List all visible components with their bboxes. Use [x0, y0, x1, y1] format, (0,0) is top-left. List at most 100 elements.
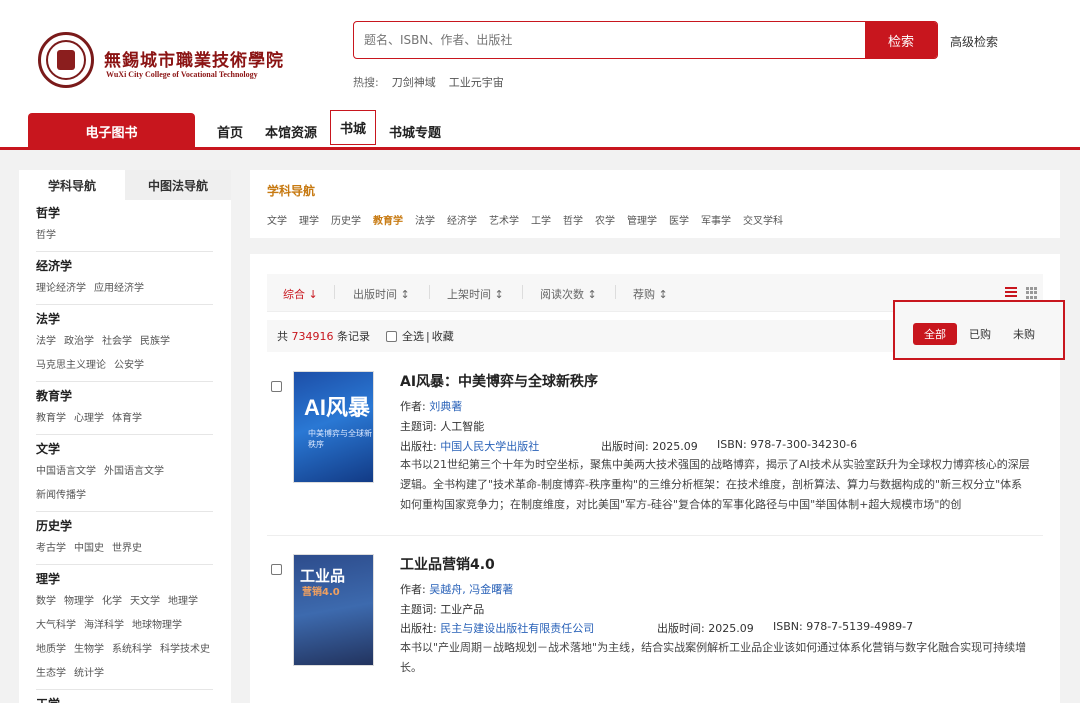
subcategory-link[interactable]: 统计学 — [74, 662, 104, 686]
tab-subject-nav[interactable]: 学科导航 — [19, 170, 125, 200]
subcategory-link[interactable]: 系统科学 — [112, 638, 152, 662]
author-link[interactable]: 吴越舟, 冯金曙著 — [429, 583, 513, 596]
sort-icon: ↕ — [400, 288, 410, 301]
search-button[interactable]: 检索 — [865, 22, 937, 58]
subject-link[interactable]: 文学 — [267, 212, 287, 227]
list-view-icon[interactable] — [1005, 287, 1017, 298]
subject-list: 文学 理学 历史学 教育学 法学 经济学 艺术学 工学 哲学 农学 管理学 医学… — [267, 212, 783, 227]
subject-link[interactable]: 哲学 — [563, 212, 583, 227]
subcategory-link[interactable]: 中国史 — [74, 537, 104, 561]
subcategory-link[interactable]: 世界史 — [112, 537, 142, 561]
subcategory-link[interactable]: 生物学 — [74, 638, 104, 662]
subcategory-link[interactable]: 地球物理学 — [132, 614, 182, 638]
sidebar-category: 法学 法学 政治学 社会学 民族学 马克思主义理论 公安学 — [19, 306, 231, 382]
hot-keyword[interactable]: 刀剑神域 — [392, 74, 436, 90]
subcategory-link[interactable]: 数学 — [36, 590, 56, 614]
subcategory-link[interactable]: 物理学 — [64, 590, 94, 614]
school-logo-icon[interactable] — [38, 32, 94, 88]
sort-comprehensive[interactable]: 综合 ↓ — [283, 286, 318, 302]
nav-tab-ebooks[interactable]: 电子图书 — [28, 113, 195, 150]
subcategory-link[interactable]: 法学 — [36, 330, 56, 354]
sort-recommend[interactable]: 荐购 ↕ — [633, 286, 668, 302]
hot-keyword[interactable]: 工业元宇宙 — [449, 74, 504, 90]
subcategory-link[interactable]: 理论经济学 — [36, 277, 86, 301]
author-link[interactable]: 刘典著 — [429, 400, 462, 413]
subcategory-link[interactable]: 哲学 — [36, 224, 56, 248]
book-cover[interactable]: AI风暴 中美博弈与全球新秩序 — [293, 371, 374, 483]
category-title[interactable]: 文学 — [36, 436, 231, 460]
select-all-label[interactable]: 全选 — [402, 328, 424, 344]
subject-link[interactable]: 军事学 — [701, 212, 731, 227]
category-title[interactable]: 理学 — [36, 566, 231, 590]
book-checkbox[interactable] — [271, 564, 282, 575]
subject-link[interactable]: 医学 — [669, 212, 689, 227]
subcategory-link[interactable]: 社会学 — [102, 330, 132, 354]
subcategory-link[interactable]: 海洋科学 — [84, 614, 124, 638]
subcategory-link[interactable]: 中国语言文学 — [36, 460, 96, 484]
subcategory-link[interactable]: 科学技术史 — [160, 638, 210, 662]
subcategory-link[interactable]: 考古学 — [36, 537, 66, 561]
tab-clc-nav[interactable]: 中图法导航 — [125, 170, 231, 200]
advanced-search-link[interactable]: 高级检索 — [950, 33, 998, 50]
sidebar-category: 历史学 考古学 中国史 世界史 — [19, 513, 231, 565]
publisher-link[interactable]: 中国人民大学出版社 — [440, 440, 539, 453]
subcategory-link[interactable]: 应用经济学 — [94, 277, 144, 301]
category-title[interactable]: 法学 — [36, 306, 231, 330]
search-input[interactable] — [354, 22, 866, 58]
subcategory-link[interactable]: 马克思主义理论 — [36, 354, 106, 378]
subcategory-link[interactable]: 体育学 — [112, 407, 142, 431]
subject-link[interactable]: 艺术学 — [489, 212, 519, 227]
select-all-checkbox[interactable] — [386, 330, 397, 342]
subcategory-link[interactable]: 新闻传播学 — [36, 484, 86, 508]
subject-link[interactable]: 历史学 — [331, 212, 361, 227]
book-cover[interactable]: 工业品 营销4.0 — [293, 554, 374, 666]
subcategory-link[interactable]: 公安学 — [114, 354, 144, 378]
category-title[interactable]: 哲学 — [36, 200, 231, 224]
grid-view-icon[interactable] — [1026, 287, 1038, 299]
subcategory-link[interactable]: 地质学 — [36, 638, 66, 662]
nav-home[interactable]: 首页 — [217, 122, 243, 141]
subcategory-link[interactable]: 教育学 — [36, 407, 66, 431]
filter-all-button[interactable]: 全部 — [913, 323, 957, 345]
subject-link[interactable]: 理学 — [299, 212, 319, 227]
subcategory-link[interactable]: 政治学 — [64, 330, 94, 354]
hot-search-label: 热搜: — [353, 76, 379, 89]
book-checkbox[interactable] — [271, 381, 282, 392]
sort-shelf-date[interactable]: 上架时间 ↕ — [447, 286, 504, 302]
category-title[interactable]: 历史学 — [36, 513, 231, 537]
category-title[interactable]: 工学 — [36, 691, 231, 703]
book-date: 出版时间: 2025.09 — [601, 440, 698, 453]
subject-link[interactable]: 管理学 — [627, 212, 657, 227]
subject-link[interactable]: 工学 — [531, 212, 551, 227]
subcategory-link[interactable]: 外国语言文学 — [104, 460, 164, 484]
category-title[interactable]: 经济学 — [36, 253, 231, 277]
nav-bookstore[interactable]: 书城 — [330, 110, 377, 145]
nav-library-resources[interactable]: 本馆资源 — [265, 122, 317, 141]
book-keyword: 主题词: 人工智能 — [400, 420, 485, 433]
subcategory-link[interactable]: 民族学 — [140, 330, 170, 354]
subject-link-active[interactable]: 教育学 — [373, 212, 403, 227]
subject-link[interactable]: 农学 — [595, 212, 615, 227]
subject-link[interactable]: 交叉学科 — [743, 212, 783, 227]
subcategory-link[interactable]: 地理学 — [168, 590, 198, 614]
publisher-link[interactable]: 民主与建设出版社有限责任公司 — [440, 622, 594, 635]
subcategory-link[interactable]: 大气科学 — [36, 614, 76, 638]
favorite-link[interactable]: 收藏 — [432, 328, 454, 344]
filter-purchased-button[interactable]: 已购 — [969, 323, 991, 345]
sort-read-count[interactable]: 阅读次数 ↕ — [540, 286, 597, 302]
subcategory-link[interactable]: 化学 — [102, 590, 122, 614]
book-title[interactable]: 工业品营销4.0 — [400, 554, 495, 574]
search-box: 检索 — [353, 21, 938, 59]
subject-link[interactable]: 法学 — [415, 212, 435, 227]
school-name[interactable]: 無錫城市職業技術學院 — [104, 46, 284, 71]
subject-nav-title: 学科导航 — [267, 184, 316, 198]
sort-publish-date[interactable]: 出版时间 ↕ — [353, 286, 410, 302]
subcategory-link[interactable]: 生态学 — [36, 662, 66, 686]
subcategory-link[interactable]: 心理学 — [74, 407, 104, 431]
filter-unpurchased-button[interactable]: 未购 — [1013, 323, 1035, 345]
category-title[interactable]: 教育学 — [36, 383, 231, 407]
book-title[interactable]: AI风暴：中美博弈与全球新秩序 — [400, 371, 598, 391]
subject-link[interactable]: 经济学 — [447, 212, 477, 227]
subcategory-link[interactable]: 天文学 — [130, 590, 160, 614]
nav-bookstore-topics[interactable]: 书城专题 — [389, 122, 441, 141]
